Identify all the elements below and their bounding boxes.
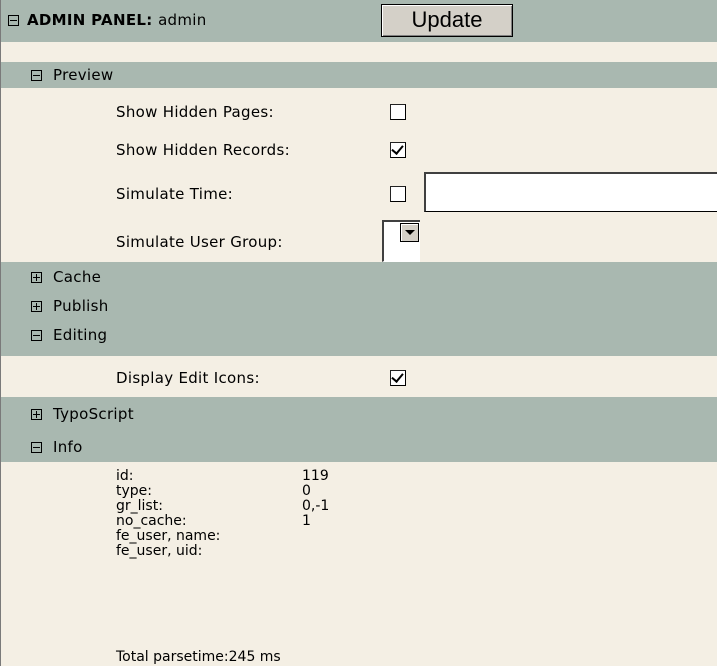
expand-icon[interactable]: [31, 301, 42, 312]
panel-title-user: admin: [158, 11, 207, 29]
total-parsetime: Total parsetime:245 ms: [116, 650, 281, 665]
section-cache-label: Cache: [53, 268, 102, 286]
info-table: id: 119 type: 0 gr_list: 0,-1 no_cache: 1 fe…: [116, 469, 329, 559]
expand-icon[interactable]: [31, 409, 42, 420]
simulate-time-checkbox[interactable]: [390, 186, 406, 202]
section-typoscript-label: TypoScript: [53, 405, 134, 423]
info-row: fe_user, uid:: [116, 543, 203, 559]
section-preview-header[interactable]: Preview: [1, 62, 717, 88]
show-hidden-records-checkbox[interactable]: [390, 142, 406, 158]
expand-icon[interactable]: [31, 272, 42, 283]
admin-panel: ADMIN PANEL: admin Update Preview Show H…: [0, 0, 717, 666]
section-preview-label: Preview: [53, 66, 114, 84]
display-edit-icons-checkbox[interactable]: [390, 370, 406, 386]
panel-title: ADMIN PANEL: admin: [27, 11, 207, 29]
chevron-down-icon[interactable]: [400, 223, 419, 242]
simulate-time-input[interactable]: [424, 172, 717, 212]
simulate-user-group-select[interactable]: [382, 220, 420, 262]
section-info-label: Info: [53, 438, 83, 456]
update-button[interactable]: Update: [381, 4, 513, 37]
collapse-icon[interactable]: [31, 330, 42, 341]
simulate-user-group-label: Simulate User Group:: [116, 233, 283, 251]
total-parsetime-value: 245 ms: [228, 649, 281, 665]
section-typoscript-header[interactable]: TypoScript: [1, 397, 717, 432]
section-cache-header[interactable]: Cache: [1, 262, 717, 291]
info-row: type: 0: [116, 483, 311, 499]
section-editing-label: Editing: [53, 326, 108, 344]
collapse-icon[interactable]: [31, 442, 42, 453]
total-parsetime-label: Total parsetime:: [116, 649, 229, 665]
section-info-header[interactable]: Info: [1, 432, 717, 462]
info-row: no_cache: 1: [116, 513, 311, 529]
section-publish-label: Publish: [53, 297, 109, 315]
show-hidden-pages-label: Show Hidden Pages:: [116, 103, 274, 121]
info-row: fe_user, name:: [116, 528, 221, 544]
display-edit-icons-label: Display Edit Icons:: [116, 369, 260, 387]
show-hidden-pages-checkbox[interactable]: [390, 104, 406, 120]
simulate-time-label: Simulate Time:: [116, 185, 234, 203]
section-editing-header[interactable]: Editing: [1, 320, 717, 356]
section-publish-header[interactable]: Publish: [1, 291, 717, 320]
show-hidden-records-label: Show Hidden Records:: [116, 141, 290, 159]
panel-title-bold: ADMIN PANEL:: [27, 11, 153, 29]
collapse-icon[interactable]: [31, 70, 42, 81]
info-row: gr_list: 0,-1: [116, 498, 330, 514]
admin-panel-header: ADMIN PANEL: admin Update: [1, 0, 717, 42]
collapse-icon[interactable]: [8, 15, 19, 26]
info-row: id: 119: [116, 468, 329, 484]
